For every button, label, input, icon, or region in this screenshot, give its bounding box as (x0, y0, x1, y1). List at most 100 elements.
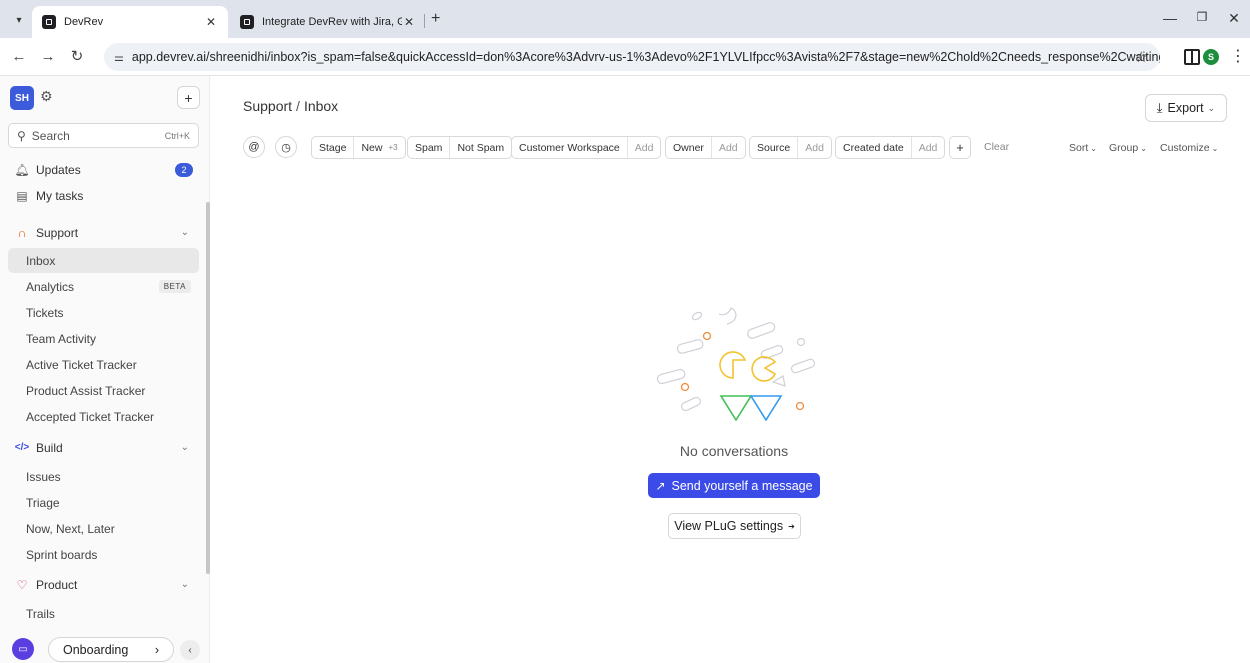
chevron-down-icon: ⌄ (1090, 144, 1097, 153)
sidebar-item-product-assist-tracker[interactable]: Product Assist Tracker (8, 378, 199, 403)
sidebar-item-updates[interactable]: 🔔︎ Updates 2 (8, 157, 199, 182)
beta-badge: BETA (158, 280, 191, 293)
browser-toolbar: ← → ↻ ⚌ app.devrev.ai/shreenidhi/inbox?i… (0, 38, 1250, 76)
add-button[interactable]: + (177, 86, 200, 109)
minimize-icon[interactable]: — (1160, 10, 1180, 26)
filter-value: Not Spam (449, 137, 511, 158)
filter-created-date[interactable]: Created date Add (835, 136, 946, 159)
browser-tab-integrate[interactable]: Integrate DevRev with Jira, GitH ✕ (230, 6, 426, 38)
filter-key: Owner (673, 141, 704, 154)
settings-gear-icon[interactable]: ⚙ (40, 88, 53, 105)
filter-key: Created date (843, 141, 904, 154)
sidebar-section-product[interactable]: ♡ Product ⌄ (8, 572, 199, 597)
nav-label: Analytics (26, 279, 75, 294)
sidebar-item-analytics[interactable]: Analytics BETA (8, 274, 199, 299)
nav-label: Tickets (26, 305, 64, 320)
sidebar-section-build[interactable]: </> Build ⌄ (8, 435, 199, 460)
sidebar-item-my-tasks[interactable]: ▤ My tasks (8, 183, 199, 208)
filter-key: Source (757, 141, 791, 154)
profile-avatar-icon[interactable]: S (1203, 49, 1219, 65)
close-tab-icon[interactable]: ✕ (204, 15, 218, 29)
bell-icon: 🔔︎ (14, 162, 30, 177)
browser-tab-devrev[interactable]: DevRev ✕ (32, 6, 228, 38)
tasks-icon: ▤ (16, 188, 28, 203)
forward-icon[interactable]: → (39, 48, 57, 66)
sidebar-search[interactable]: ⚲ Search Ctrl+K (8, 123, 199, 148)
group-control[interactable]: Group ⌄ (1109, 142, 1147, 154)
filter-source[interactable]: Source Add (749, 136, 832, 159)
sidebar-item-triage[interactable]: Triage (8, 490, 199, 515)
sidebar-item-active-ticket-tracker[interactable]: Active Ticket Tracker (8, 352, 199, 377)
download-icon: ⤓ (1156, 100, 1163, 115)
sort-control[interactable]: Sort ⌄ (1069, 142, 1097, 154)
close-tab-icon[interactable]: ✕ (402, 15, 416, 29)
headset-icon: ∩ (17, 225, 27, 240)
filter-value: Add (710, 137, 745, 158)
address-bar[interactable]: ⚌ app.devrev.ai/shreenidhi/inbox?is_spam… (104, 43, 1160, 71)
filter-customer-workspace[interactable]: Customer Workspace Add (511, 136, 662, 159)
nav-label: Sprint boards (26, 547, 98, 562)
sidebar-bottom-bar: ▭ Onboarding › ‹ (0, 637, 210, 663)
empty-inbox-illustration-icon (656, 307, 816, 421)
sidebar-item-tickets[interactable]: Tickets (8, 300, 199, 325)
browser-menu-icon[interactable]: ⋮ (1230, 49, 1246, 65)
nav-label: Product Assist Tracker (26, 383, 146, 398)
site-settings-icon[interactable]: ⚌ (114, 51, 124, 64)
mention-icon[interactable]: @ (243, 136, 265, 158)
search-icon: ⚲ (17, 128, 26, 143)
sidebar-item-trails[interactable]: Trails (8, 601, 199, 626)
sidebar-scrollbar[interactable] (206, 202, 210, 574)
nav-label: My tasks (36, 188, 84, 203)
chevron-right-icon: › (154, 642, 159, 657)
tab-title: Integrate DevRev with Jira, GitH (262, 16, 402, 28)
export-button[interactable]: ⤓ Export ⌄ (1145, 94, 1227, 122)
filter-key: Stage (319, 141, 347, 154)
section-label: Build (36, 440, 63, 455)
breadcrumb-parent[interactable]: Support (243, 98, 292, 114)
filter-value: Add (910, 137, 945, 158)
onboarding-button[interactable]: Onboarding › (48, 637, 174, 662)
filter-spam[interactable]: Spam Not Spam (407, 136, 513, 159)
sidebar-item-team-activity[interactable]: Team Activity (8, 326, 199, 351)
filter-owner[interactable]: Owner Add (665, 136, 746, 159)
new-tab-icon[interactable]: + (431, 11, 440, 27)
updates-count-badge: 2 (175, 162, 193, 177)
add-filter-button[interactable]: + (949, 136, 971, 159)
nav-label: Now, Next, Later (26, 521, 115, 536)
history-icon[interactable]: ◷ (275, 136, 297, 158)
sidebar-item-now-next-later[interactable]: Now, Next, Later (8, 516, 199, 541)
close-window-icon[interactable]: ✕ (1224, 10, 1244, 27)
sidebar-item-sprint-boards[interactable]: Sprint boards (8, 542, 199, 567)
arrow-right-icon: ➔ (788, 521, 795, 531)
devrev-favicon-icon (240, 15, 254, 29)
back-icon[interactable]: ← (10, 48, 28, 66)
restore-icon[interactable]: ❐ (1192, 10, 1212, 24)
clear-filters-link[interactable]: Clear (984, 141, 1009, 153)
nav-label: Active Ticket Tracker (26, 357, 137, 372)
sidebar-item-issues[interactable]: Issues (8, 464, 199, 489)
reload-icon[interactable]: ↻ (68, 48, 86, 66)
chevron-down-icon: ⌄ (180, 579, 189, 590)
workspace-avatar[interactable]: SH (10, 86, 34, 110)
sidebar-section-support[interactable]: ∩ Support ⌄ (8, 220, 199, 245)
customize-control[interactable]: Customize ⌄ (1160, 142, 1218, 154)
nav-label: Issues (26, 469, 61, 484)
chevron-down-icon: ⌄ (180, 227, 189, 238)
group-label: Group (1109, 142, 1139, 154)
customize-label: Customize (1160, 142, 1210, 154)
view-plug-settings-button[interactable]: View PLuG settings ➔ (668, 513, 801, 539)
bookmark-star-icon[interactable]: ☆ (1135, 48, 1148, 66)
filter-stage[interactable]: Stage New +3 (311, 136, 406, 159)
sidebar-item-inbox[interactable]: Inbox (8, 248, 199, 273)
chevron-down-icon: ⌄ (180, 442, 189, 453)
collapse-sidebar-icon[interactable]: ‹ (180, 640, 200, 660)
tab-search-chevron-icon[interactable]: ▾ (10, 11, 28, 29)
sidebar-item-accepted-ticket-tracker[interactable]: Accepted Ticket Tracker (8, 404, 199, 429)
nav-label: Triage (26, 495, 60, 510)
breadcrumb-current: Inbox (303, 98, 339, 114)
plug-button-label: View PLuG settings (674, 519, 784, 533)
side-panel-icon[interactable] (1184, 49, 1200, 65)
onboarding-label: Onboarding (63, 642, 129, 657)
chat-bubble-icon[interactable]: ▭ (12, 638, 34, 660)
send-yourself-message-button[interactable]: ↗ Send yourself a message (648, 473, 820, 498)
